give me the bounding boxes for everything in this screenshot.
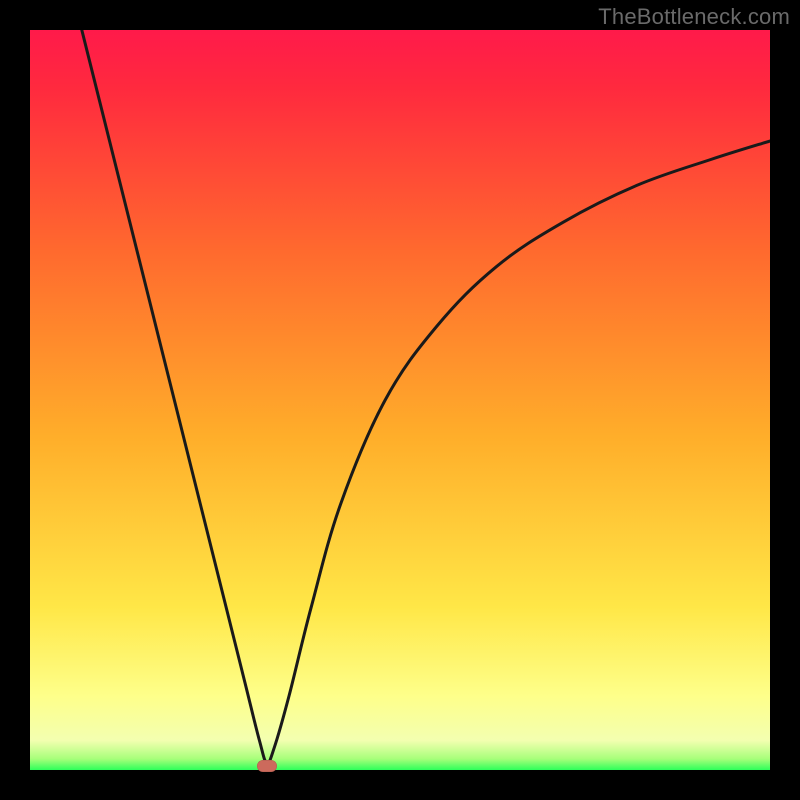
watermark-text: TheBottleneck.com — [598, 4, 790, 30]
chart-frame — [30, 30, 770, 770]
plot-area — [30, 30, 770, 770]
minimum-marker — [257, 760, 277, 772]
bottleneck-curve — [82, 30, 770, 763]
curve-svg — [30, 30, 770, 770]
